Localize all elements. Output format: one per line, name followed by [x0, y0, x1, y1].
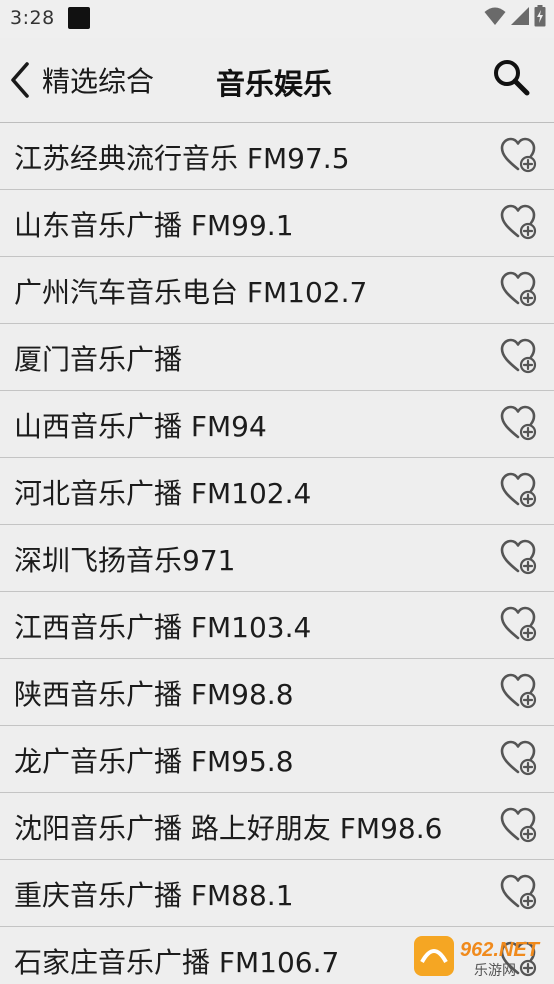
station-row[interactable]: 山西音乐广播 FM94 [0, 391, 554, 458]
favorite-button[interactable] [496, 470, 540, 514]
station-row[interactable]: 重庆音乐广播 FM88.1 [0, 860, 554, 927]
station-name: 山东音乐广播 FM99.1 [14, 209, 294, 242]
favorite-button[interactable] [496, 403, 540, 447]
svg-text:962.NET: 962.NET [460, 939, 541, 961]
station-row[interactable]: 厦门音乐广播 [0, 324, 554, 391]
station-name: 石家庄音乐广播 FM106.7 [14, 946, 340, 979]
heart-plus-icon [498, 604, 538, 648]
station-name: 重庆音乐广播 FM88.1 [14, 879, 294, 912]
status-icons [484, 5, 546, 31]
wifi-icon [484, 6, 506, 30]
heart-plus-icon [498, 738, 538, 782]
favorite-button[interactable] [496, 135, 540, 179]
search-icon [491, 57, 531, 101]
station-name: 山西音乐广播 FM94 [14, 410, 267, 443]
favorite-button[interactable] [496, 269, 540, 313]
station-name: 深圳飞扬音乐971 [14, 544, 236, 577]
status-bar: 3:28 [0, 0, 554, 38]
station-list: 江苏经典流行音乐 FM97.5 山东音乐广播 FM99.1 广州汽车音乐电台 FM1… [0, 123, 554, 984]
station-name: 厦门音乐广播 [14, 343, 183, 376]
notification-icon [68, 7, 90, 29]
page-title: 音乐娱乐 [216, 67, 333, 101]
station-row[interactable]: 沈阳音乐广播 路上好朋友 FM98.6 [0, 793, 554, 860]
favorite-button[interactable] [496, 202, 540, 246]
station-row[interactable]: 江西音乐广播 FM103.4 [0, 592, 554, 659]
back-label: 精选综合 [42, 65, 155, 98]
favorite-button[interactable] [496, 604, 540, 648]
favorite-button[interactable] [496, 671, 540, 715]
station-name: 广州汽车音乐电台 FM102.7 [14, 276, 368, 309]
heart-plus-icon [498, 805, 538, 849]
station-row[interactable]: 深圳飞扬音乐971 [0, 525, 554, 592]
status-time: 3:28 [10, 7, 55, 29]
heart-plus-icon [498, 135, 538, 179]
favorite-button[interactable] [496, 872, 540, 916]
app-screen: 3:28 精选综合 音乐娱乐 江苏经典流行音乐 FM97.5 山东音乐广播 FM… [0, 0, 554, 984]
favorite-button[interactable] [496, 805, 540, 849]
heart-plus-icon [498, 336, 538, 380]
svg-text:乐游网: 乐游网 [474, 963, 516, 979]
favorite-button[interactable] [496, 738, 540, 782]
watermark-logo: 962.NET 乐游网 [412, 932, 548, 980]
heart-plus-icon [498, 470, 538, 514]
station-name: 陕西音乐广播 FM98.8 [14, 678, 294, 711]
signal-icon [510, 6, 530, 30]
heart-plus-icon [498, 269, 538, 313]
station-row[interactable]: 龙广音乐广播 FM95.8 [0, 726, 554, 793]
heart-plus-icon [498, 872, 538, 916]
heart-plus-icon [498, 537, 538, 581]
chevron-left-icon [8, 60, 36, 100]
heart-plus-icon [498, 671, 538, 715]
station-row[interactable]: 江苏经典流行音乐 FM97.5 [0, 123, 554, 190]
favorite-button[interactable] [496, 336, 540, 380]
station-name: 江西音乐广播 FM103.4 [14, 611, 312, 644]
back-button[interactable]: 精选综合 [8, 54, 154, 106]
favorite-button[interactable] [496, 537, 540, 581]
toolbar: 精选综合 音乐娱乐 [0, 38, 554, 122]
station-row[interactable]: 山东音乐广播 FM99.1 [0, 190, 554, 257]
heart-plus-icon [498, 403, 538, 447]
station-name: 龙广音乐广播 FM95.8 [14, 745, 294, 778]
battery-charging-icon [534, 5, 546, 31]
search-button[interactable] [490, 58, 532, 100]
station-row[interactable]: 广州汽车音乐电台 FM102.7 [0, 257, 554, 324]
station-row[interactable]: 河北音乐广播 FM102.4 [0, 458, 554, 525]
station-row[interactable]: 陕西音乐广播 FM98.8 [0, 659, 554, 726]
station-name: 江苏经典流行音乐 FM97.5 [14, 142, 350, 175]
station-name: 河北音乐广播 FM102.4 [14, 477, 312, 510]
heart-plus-icon [498, 202, 538, 246]
station-name: 沈阳音乐广播 路上好朋友 FM98.6 [14, 812, 443, 845]
